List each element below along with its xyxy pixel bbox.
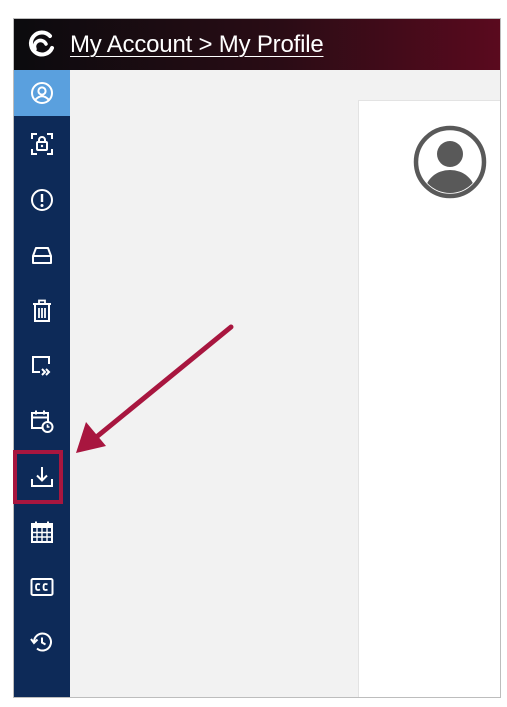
breadcrumb[interactable]: My Account > My Profile — [70, 31, 324, 59]
sidebar-item-history[interactable] — [14, 619, 70, 665]
lock-icon — [29, 131, 55, 157]
calendar-clock-icon — [29, 408, 55, 434]
profile-panel — [358, 100, 500, 697]
share-forward-icon — [29, 353, 55, 379]
default-avatar-icon[interactable] — [412, 124, 488, 200]
swirl-logo-icon[interactable] — [14, 19, 70, 70]
sidebar-item-trash[interactable] — [14, 288, 70, 334]
sidebar-item-calendar[interactable] — [14, 509, 70, 555]
history-icon — [29, 629, 55, 655]
sidebar-item-storage[interactable] — [14, 232, 70, 278]
sidebar-item-forwarding[interactable] — [14, 343, 70, 389]
sidebar-item-alerts[interactable] — [14, 177, 70, 223]
trash-icon — [29, 298, 55, 324]
sidebar-nav — [14, 70, 70, 697]
download-highlight-box — [13, 450, 63, 504]
sidebar-item-schedule[interactable] — [14, 398, 70, 444]
app-window: My Account > My Profile — [13, 18, 501, 698]
closed-captions-icon — [29, 574, 55, 600]
sidebar-item-captions[interactable] — [14, 564, 70, 610]
sidebar-item-security[interactable] — [14, 121, 70, 167]
hard-drive-icon — [29, 242, 55, 268]
exclamation-circle-icon — [29, 187, 55, 213]
sidebar-item-profile[interactable] — [14, 70, 70, 116]
main-content — [70, 70, 500, 697]
header-bar: My Account > My Profile — [14, 19, 500, 70]
user-circle-icon — [29, 80, 55, 106]
calendar-grid-icon — [29, 519, 55, 545]
